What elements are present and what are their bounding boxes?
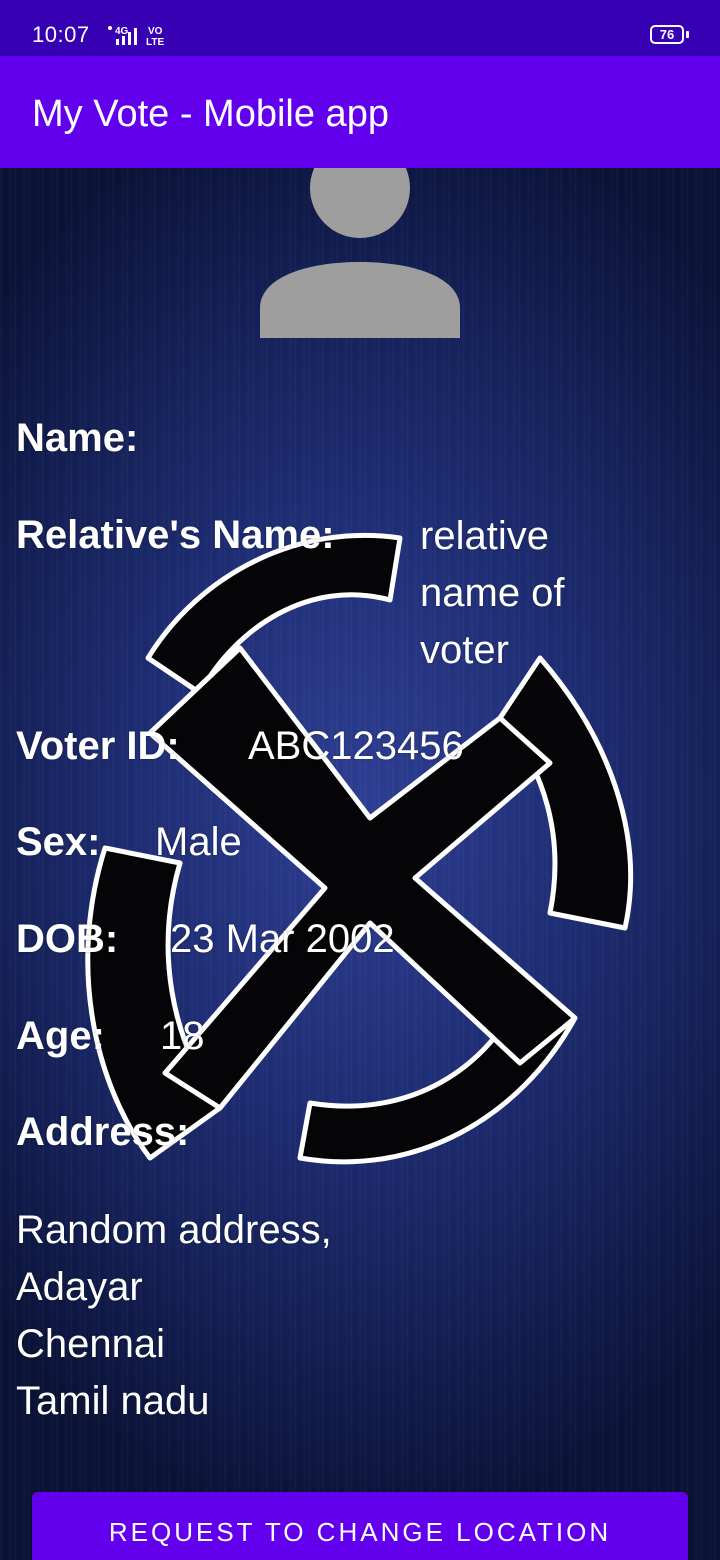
person-avatar-icon <box>260 168 460 338</box>
voter-id-value: ABC123456 <box>248 724 464 768</box>
sex-value: Male <box>155 820 242 864</box>
svg-text:VO: VO <box>148 26 163 37</box>
age-label: Age: <box>16 1014 105 1058</box>
battery-icon: 76 <box>650 25 684 44</box>
status-time: 10:07 <box>32 22 90 47</box>
relative-name-value: relative name of voter <box>420 514 565 672</box>
address-line: Random address, <box>16 1208 332 1252</box>
network-type: 4G <box>115 26 129 37</box>
age-value: 18 <box>160 1014 205 1058</box>
request-change-location-button[interactable]: REQUEST TO CHANGE LOCATION <box>32 1492 688 1560</box>
voter-id-label: Voter ID: <box>16 724 180 768</box>
address-line: Tamil nadu <box>16 1379 210 1423</box>
status-bar: 10:07 4G VO LTE 76 <box>0 0 720 56</box>
signal-icon: 4G VO LTE <box>108 26 164 48</box>
name-label: Name: <box>16 416 139 460</box>
address-label: Address: <box>16 1110 190 1154</box>
address-line: Adayar <box>16 1265 143 1309</box>
voter-profile-screen: 10:07 4G VO LTE 76 My Vote - Mobile app <box>0 0 720 1560</box>
address-line: Chennai <box>16 1322 166 1366</box>
battery-tip <box>686 31 689 38</box>
app-title: My Vote - Mobile app <box>32 93 389 135</box>
svg-text:LTE: LTE <box>146 37 164 48</box>
profile-content: Name: Relative's Name: relative name of … <box>0 168 720 1560</box>
dob-label: DOB: <box>16 917 119 961</box>
dob-value: 23 Mar 2002 <box>170 917 395 961</box>
relative-name-label: Relative's Name: <box>16 513 335 557</box>
address-value: Random address, Adayar Chennai Tamil nad… <box>16 1202 332 1430</box>
app-bar: My Vote - Mobile app <box>0 56 720 168</box>
sex-label: Sex: <box>16 820 101 864</box>
